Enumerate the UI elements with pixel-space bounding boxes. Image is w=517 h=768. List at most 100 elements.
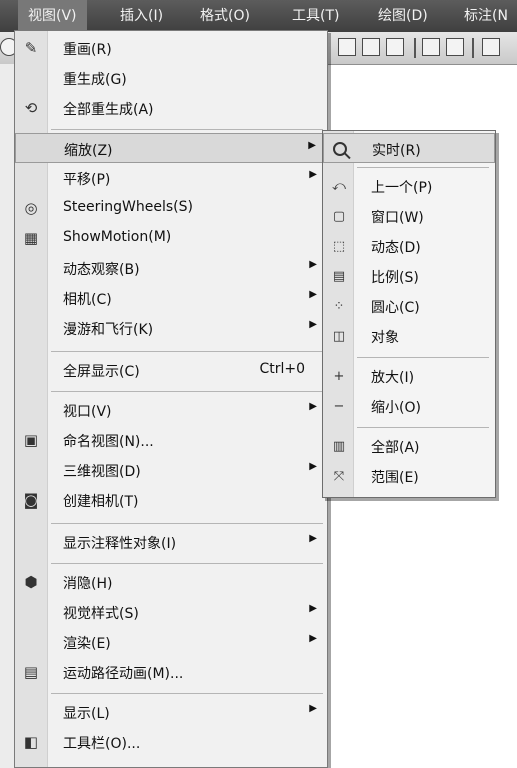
zoom-in-icon: + [333, 368, 345, 384]
menu-draw[interactable]: 绘图(D) [378, 0, 428, 32]
zoom-previous-icon: ⤺ [332, 178, 346, 194]
submenu-arrow-icon: ▶ [309, 319, 317, 330]
zoom-realtime[interactable]: 实时(R) [323, 133, 495, 163]
zoom-realtime-icon [330, 139, 350, 159]
menu-item-create-camera[interactable]: ◙ 创建相机(T) [15, 485, 327, 515]
zoom-submenu: 实时(R) ⤺ 上一个(P) ▢ 窗口(W) ⬚ 动态(D) ▤ 比例(S) ⁘… [322, 130, 496, 498]
menu-format[interactable]: 格式(O) [200, 0, 250, 32]
toolbar-zoom-realtime-icon[interactable] [338, 38, 356, 56]
film-icon: ▤ [23, 663, 39, 681]
menu-item-named-views[interactable]: ▣ 命名视图(N)... [15, 425, 327, 455]
menu-item-regen[interactable]: 重生成(G) [15, 63, 327, 93]
menu-item-label: 创建相机(T) [63, 494, 139, 510]
zoom-dynamic-icon: ⬚ [332, 238, 346, 254]
zoom-out[interactable]: − 缩小(O) [323, 391, 495, 421]
submenu-arrow-icon: ▶ [309, 633, 317, 644]
menu-item-fullscreen[interactable]: 全屏显示(C) Ctrl+0 [15, 355, 327, 385]
menu-item-pan[interactable]: 平移(P) ▶ [15, 163, 327, 193]
zoom-previous[interactable]: ⤺ 上一个(P) [323, 171, 495, 201]
zoom-out-icon: − [333, 398, 345, 414]
named-view-icon: ▣ [23, 431, 39, 449]
submenu-item-label: 圆心(C) [371, 300, 420, 316]
submenu-item-label: 缩小(O) [371, 400, 421, 416]
menu-view[interactable]: 视图(V) [18, 0, 87, 32]
menu-item-redraw[interactable]: ✎ 重画(R) [15, 33, 327, 63]
menu-item-toolbars[interactable]: ◧ 工具栏(O)... [15, 727, 327, 757]
submenu-item-label: 窗口(W) [371, 210, 424, 226]
toolbar-named-views-icon[interactable] [422, 38, 440, 56]
showmotion-icon: ▦ [23, 229, 39, 247]
submenu-separator [357, 427, 489, 428]
steeringwheel-icon: ◎ [24, 199, 38, 217]
app-window: 视图(V) 插入(I) 格式(O) 工具(T) 绘图(D) 标注(N ✎ 重画(… [0, 0, 517, 768]
menu-tools[interactable]: 工具(T) [292, 0, 339, 32]
submenu-item-label: 上一个(P) [371, 180, 433, 196]
submenu-item-label: 动态(D) [371, 240, 421, 256]
submenu-item-label: 实时(R) [372, 143, 421, 159]
menu-item-label: 平移(P) [63, 172, 111, 188]
menu-item-label: 消隐(H) [63, 576, 113, 592]
toolbar-separator [472, 38, 474, 58]
menu-item-annotative-objects[interactable]: 显示注释性对象(I) ▶ [15, 527, 327, 557]
menu-item-hide[interactable]: ⬢ 消隐(H) [15, 567, 327, 597]
zoom-center-icon: ⁘ [333, 298, 345, 314]
menu-item-display[interactable]: 显示(L) ▶ [15, 697, 327, 727]
menu-item-label: 显示注释性对象(I) [63, 536, 177, 552]
zoom-center[interactable]: ⁘ 圆心(C) [323, 291, 495, 321]
view-menu: ✎ 重画(R) 重生成(G) ⟲ 全部重生成(A) 缩放(Z) ▶ 平移(P) … [14, 30, 328, 768]
menu-item-camera[interactable]: 相机(C) ▶ [15, 283, 327, 313]
camera-icon: ◙ [23, 491, 39, 509]
menu-separator [51, 351, 323, 352]
zoom-window-icon: ▢ [332, 208, 346, 224]
zoom-all[interactable]: ▥ 全部(A) [323, 431, 495, 461]
menu-item-walk-fly[interactable]: 漫游和飞行(K) ▶ [15, 313, 327, 343]
menu-item-visual-styles[interactable]: 视觉样式(S) ▶ [15, 597, 327, 627]
menu-separator [51, 523, 323, 524]
toolbar-zoom-window-icon[interactable] [362, 38, 380, 56]
zoom-object[interactable]: ◫ 对象 [323, 321, 495, 351]
menu-item-label: 动态观察(B) [63, 262, 140, 278]
toolbar-properties-icon[interactable] [482, 38, 500, 56]
zoom-window[interactable]: ▢ 窗口(W) [323, 201, 495, 231]
zoom-extents-icon: ⤧ [333, 468, 345, 484]
submenu-item-label: 范围(E) [371, 470, 419, 486]
menu-item-label: 重画(R) [63, 42, 112, 58]
menu-item-orbit[interactable]: 动态观察(B) ▶ [15, 253, 327, 283]
menu-item-3d-views[interactable]: 三维视图(D) ▶ [15, 455, 327, 485]
menu-bar: 视图(V) 插入(I) 格式(O) 工具(T) 绘图(D) 标注(N [0, 0, 517, 32]
menu-item-showmotion[interactable]: ▦ ShowMotion(M) [15, 223, 327, 253]
menu-item-render[interactable]: 渲染(E) ▶ [15, 627, 327, 657]
submenu-arrow-icon: ▶ [309, 259, 317, 270]
zoom-extents[interactable]: ⤧ 范围(E) [323, 461, 495, 491]
submenu-arrow-icon: ▶ [309, 603, 317, 614]
submenu-arrow-icon: ▶ [309, 401, 317, 412]
menu-item-shortcut: Ctrl+0 [259, 361, 305, 377]
menu-item-motion-path[interactable]: ▤ 运动路径动画(M)... [15, 657, 327, 687]
menu-item-label: 工具栏(O)... [63, 736, 141, 752]
zoom-scale-icon: ▤ [332, 268, 346, 284]
menu-item-label: ShowMotion(M) [63, 229, 172, 245]
zoom-in[interactable]: + 放大(I) [323, 361, 495, 391]
menu-dimension[interactable]: 标注(N [464, 0, 508, 32]
menu-item-viewports[interactable]: 视口(V) ▶ [15, 395, 327, 425]
zoom-dynamic[interactable]: ⬚ 动态(D) [323, 231, 495, 261]
menu-item-steeringwheels[interactable]: ◎ SteeringWheels(S) [15, 193, 327, 223]
submenu-arrow-icon: ▶ [308, 140, 316, 151]
toolbar-zoom-previous-icon[interactable] [386, 38, 404, 56]
zoom-scale[interactable]: ▤ 比例(S) [323, 261, 495, 291]
menu-insert[interactable]: 插入(I) [120, 0, 163, 32]
menu-item-zoom[interactable]: 缩放(Z) ▶ [15, 133, 327, 163]
menu-item-label: 视口(V) [63, 404, 112, 420]
toolbar-grid-icon[interactable] [446, 38, 464, 56]
menu-item-label: 重生成(G) [63, 72, 127, 88]
toolbar-icon: ◧ [23, 733, 39, 751]
menu-separator [51, 563, 323, 564]
menu-item-label: 视觉样式(S) [63, 606, 139, 622]
menu-item-label: 三维视图(D) [63, 464, 141, 480]
menu-item-regen-all[interactable]: ⟲ 全部重生成(A) [15, 93, 327, 123]
menu-item-label: SteeringWheels(S) [63, 199, 193, 215]
left-panel [0, 64, 15, 768]
submenu-separator [357, 357, 489, 358]
submenu-arrow-icon: ▶ [309, 289, 317, 300]
menu-item-label: 全部重生成(A) [63, 102, 154, 118]
